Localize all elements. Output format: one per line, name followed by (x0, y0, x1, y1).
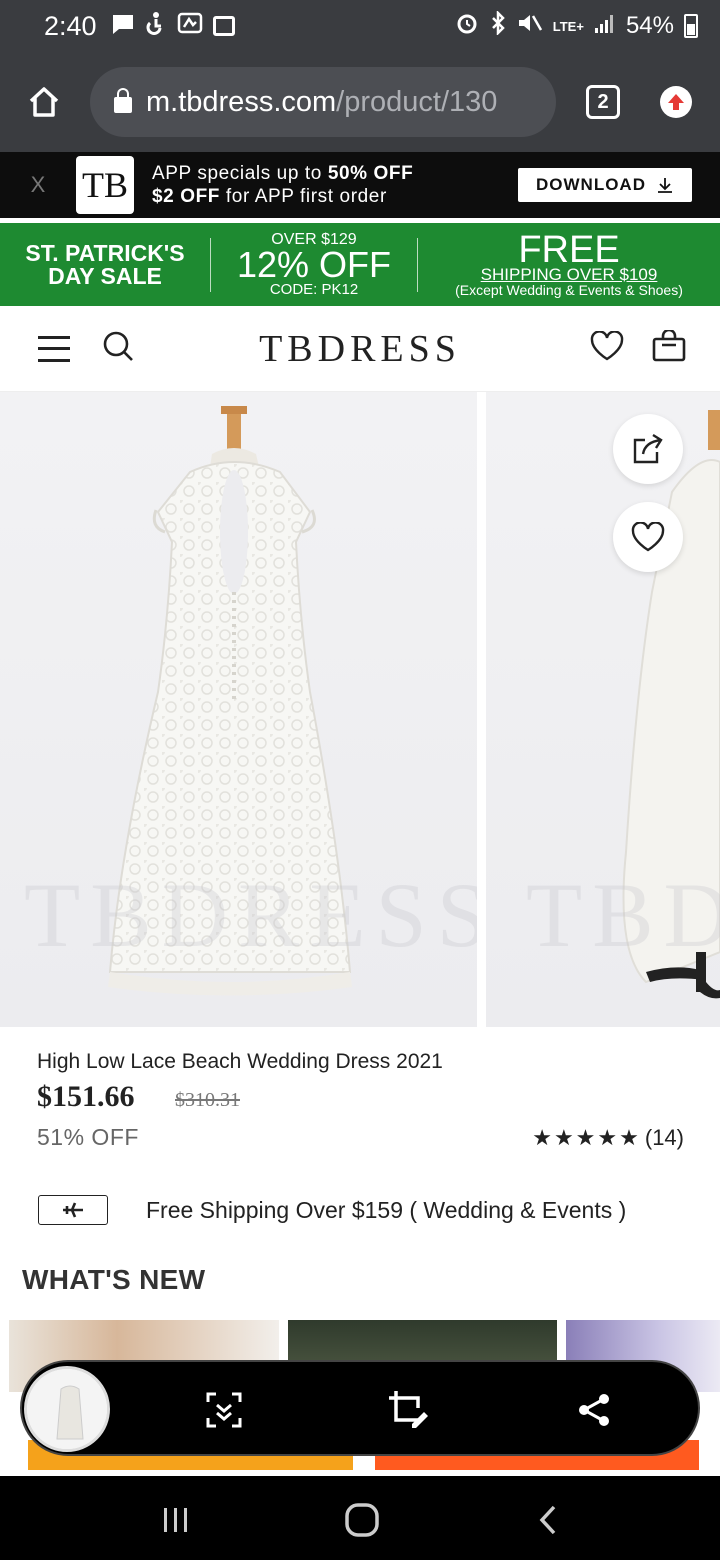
star-icon: ★ (619, 1125, 639, 1150)
promo-discount: OVER $129 12% OFF CODE: PK12 (211, 232, 417, 298)
promo-free: FREE (518, 228, 620, 271)
crop-edit-icon (389, 1391, 428, 1428)
network-type: LTE+ (552, 18, 584, 34)
status-bar: 2:40 LTE+ 54% (0, 0, 720, 52)
download-app-button[interactable]: DOWNLOAD (518, 168, 692, 202)
product-image-second[interactable]: TBD (486, 392, 720, 1027)
scroll-capture-button[interactable] (202, 1388, 246, 1432)
promo-ship: SHIPPING OVER $109 (480, 264, 658, 284)
crop-edit-button[interactable] (386, 1388, 430, 1432)
lock-icon (114, 88, 132, 113)
url-host: m.tbdress.com (146, 85, 337, 118)
browser-toolbar: m.tbdress.com/product/130 2 (0, 52, 720, 152)
download-icon (657, 178, 672, 193)
notification-icons (111, 11, 235, 42)
mute-icon (517, 12, 543, 41)
promo-sale-line1: ST. PATRICK'S (25, 239, 185, 266)
gallery-icon (212, 16, 235, 36)
heart-icon (631, 522, 665, 552)
bag-icon[interactable] (652, 328, 686, 367)
promo-banner[interactable]: ST. PATRICK'S DAY SALE OVER $129 12% OFF… (0, 223, 720, 306)
star-icon: ★ (553, 1125, 574, 1150)
share-button[interactable] (613, 414, 683, 484)
promo-sale-line2: DAY SALE (48, 262, 162, 289)
product-gallery[interactable]: TBDRESS TBD (0, 392, 720, 1027)
app-download-banner: X TB APP specials up to 50% OFF $2 OFF f… (0, 152, 720, 218)
tb-app-logo: TB (76, 156, 134, 214)
star-icon: ★ (597, 1125, 618, 1150)
banner-text: APP specials up to 50% OFF $2 OFF for AP… (152, 162, 413, 208)
app-notification-icon (177, 11, 203, 42)
accessibility-icon (145, 11, 167, 42)
promo-percent: 12% OFF (236, 244, 392, 285)
promo-except: (Except Wedding & Events & Shoes) (455, 281, 683, 298)
banner-line2-post: for APP first order (220, 186, 387, 207)
banner-line2-bold: $2 OFF (152, 186, 221, 207)
screenshot-preview-image (27, 1369, 107, 1449)
shipping-text: Free Shipping Over $159 ( Wedding & Even… (146, 1196, 627, 1223)
original-price: $310.31 (175, 1089, 240, 1111)
screenshot-toolbar (20, 1360, 700, 1456)
upgrade-button[interactable] (660, 86, 692, 118)
promo-free-shipping: FREE SHIPPING OVER $109 (Except Wedding … (418, 228, 720, 298)
system-nav-bar (0, 1476, 720, 1560)
tab-switcher-button[interactable]: 2 (586, 85, 620, 119)
wishlist-button[interactable] (613, 502, 683, 572)
review-count: (14) (644, 1125, 684, 1150)
home-nav-button[interactable] (340, 1498, 384, 1542)
message-icon (111, 11, 135, 42)
discount-badge: 51% OFF (37, 1124, 139, 1150)
back-icon (539, 1505, 556, 1535)
product-rating[interactable]: ★ ★ ★ ★ ★ (14) (532, 1125, 684, 1151)
banner-line1-pre: APP specials up to (152, 163, 328, 184)
header-actions (590, 328, 686, 367)
product-image-main[interactable]: TBDRESS (0, 392, 477, 1027)
product-title: High Low Lace Beach Wedding Dress 2021 (37, 1050, 443, 1073)
share-icon (633, 433, 663, 464)
section-title: WHAT'S NEW (22, 1264, 206, 1295)
back-button[interactable] (526, 1498, 570, 1542)
bluetooth-icon (489, 9, 507, 42)
recents-button[interactable] (154, 1498, 198, 1542)
system-icons: LTE+ 54% (455, 9, 698, 42)
scroll-capture-icon (206, 1392, 242, 1428)
battery-percent: 54% (625, 12, 674, 39)
star-icon: ★ (532, 1125, 552, 1150)
download-label: DOWNLOAD (536, 175, 646, 194)
site-header: TBDRESS (0, 306, 720, 392)
product-price: $151.66 (37, 1080, 135, 1113)
banner-line1-bold: 50% OFF (327, 163, 414, 184)
status-time: 2:40 (44, 10, 97, 41)
address-bar[interactable]: m.tbdress.com/product/130 (90, 67, 556, 137)
home-button[interactable] (22, 80, 66, 124)
plane-icon (38, 1195, 108, 1225)
star-icon: ★ (575, 1125, 596, 1150)
url-path: /product/130 (336, 85, 498, 118)
shipping-info: Free Shipping Over $159 ( Wedding & Even… (38, 1194, 684, 1226)
share-node-icon (579, 1394, 609, 1426)
menu-icon[interactable] (38, 335, 70, 362)
watermark-second: TBD (526, 864, 720, 966)
banner-close-button[interactable]: X (0, 172, 76, 198)
home-nav-icon (345, 1503, 379, 1537)
battery-icon (684, 14, 698, 38)
signal-icon (594, 12, 616, 41)
screenshot-preview[interactable] (24, 1366, 110, 1452)
watermark: TBDRESS (24, 864, 477, 966)
share-screenshot-button[interactable] (572, 1388, 616, 1432)
heart-icon[interactable] (590, 330, 624, 366)
search-icon[interactable] (102, 330, 134, 367)
promo-sale: ST. PATRICK'S DAY SALE (0, 239, 210, 289)
alarm-icon (455, 11, 479, 42)
upgrade-icon (668, 94, 684, 110)
recents-icon (164, 1508, 187, 1532)
home-icon (29, 87, 59, 117)
